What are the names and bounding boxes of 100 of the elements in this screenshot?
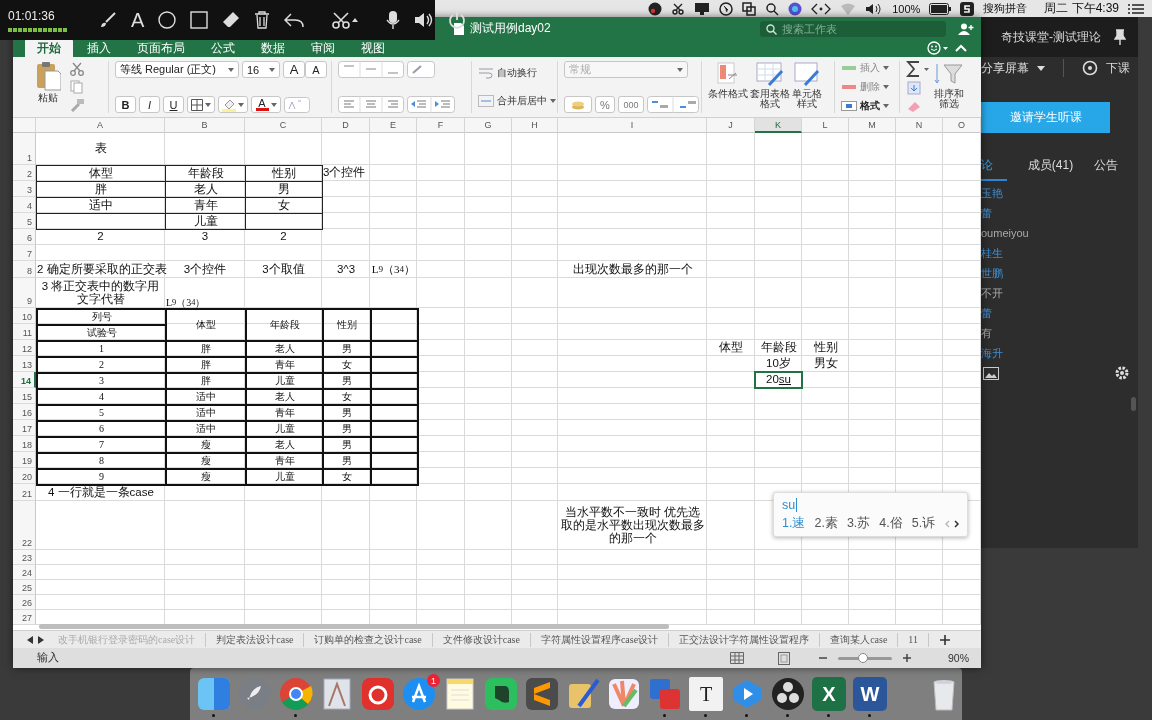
power-icon[interactable] [448, 11, 467, 29]
sum-icon[interactable] [906, 61, 930, 77]
styles-button[interactable]: 套用表格格式 [750, 61, 790, 113]
panel-tab[interactable]: 公告 [1094, 157, 1118, 181]
row-header[interactable]: 14 [13, 372, 36, 388]
menubar-clock[interactable]: 周二 下午4:39 [1044, 0, 1119, 17]
search-field[interactable]: 搜索工作表 [760, 20, 946, 37]
row-header[interactable]: 19 [13, 452, 36, 468]
column-header[interactable]: B [165, 118, 245, 133]
panel-tab[interactable]: 成员(41) [1027, 157, 1074, 181]
percent-button[interactable]: % [595, 96, 615, 113]
column-header[interactable]: E [370, 118, 417, 133]
font-size-dropdown[interactable]: 16 [242, 61, 280, 78]
add-sheet-icon[interactable] [939, 633, 951, 646]
row-header[interactable]: 24 [13, 565, 36, 580]
caret-icon[interactable] [1037, 65, 1045, 71]
row-header[interactable]: 18 [13, 436, 36, 452]
tab-prev-icon[interactable] [25, 634, 35, 645]
row-header[interactable]: 7 [13, 245, 36, 261]
column-header[interactable]: F [417, 118, 465, 133]
row-header[interactable]: 15 [13, 388, 36, 404]
text-tool-button[interactable]: A [131, 10, 145, 30]
ime-candidate[interactable]: 5.诉 [911, 515, 936, 532]
dot-circle-icon[interactable] [648, 1, 663, 16]
obs-logo-icon[interactable] [770, 676, 806, 712]
thousands-button[interactable]: 000 [618, 96, 644, 113]
decimal-buttons-icon[interactable] [647, 96, 699, 113]
ribbon-tab[interactable]: 数据 [249, 39, 297, 57]
page-layout-icon[interactable] [778, 651, 790, 665]
battery-icon[interactable] [929, 2, 952, 15]
column-header[interactable]: C [245, 118, 322, 133]
format-button[interactable]: I [139, 96, 160, 113]
sheet-tab[interactable]: 文件修改设计case [432, 632, 531, 647]
normal-view-icon[interactable] [730, 652, 744, 664]
sheet-tab[interactable]: 判定表法设计case [206, 632, 305, 647]
scissors-icon[interactable] [671, 1, 686, 16]
column-header[interactable]: J [707, 118, 755, 133]
zoom-slider-thumb[interactable] [858, 652, 869, 663]
row-header[interactable]: 11 [13, 324, 36, 340]
app-store-icon[interactable] [401, 676, 437, 712]
row-header[interactable]: 25 [13, 580, 36, 595]
brush-icon[interactable] [99, 11, 117, 29]
tab-next-icon[interactable] [35, 634, 46, 645]
row-header[interactable]: 9 [13, 278, 36, 308]
ribbon-tab[interactable]: 公式 [199, 39, 247, 57]
cursor-circle-icon[interactable] [719, 1, 734, 16]
sheet-tab[interactable]: 11 [898, 632, 929, 647]
scrollbar[interactable] [39, 624, 669, 629]
search-icon[interactable] [765, 1, 780, 16]
scrollbar[interactable] [1131, 397, 1136, 411]
monitor-icon[interactable] [694, 1, 711, 16]
image-icon[interactable] [983, 366, 999, 380]
end-class-icon[interactable] [1082, 60, 1098, 76]
zoom-slider[interactable] [838, 656, 892, 660]
column-header[interactable]: I [558, 118, 707, 133]
share-screen-button[interactable]: 分享屏幕 [981, 59, 1029, 77]
s-stripe-icon[interactable] [524, 676, 560, 712]
input-method-name[interactable]: 搜狗拼音 [983, 1, 1028, 16]
rectangle-tool-icon[interactable] [190, 11, 209, 29]
smiley-icon[interactable] [927, 41, 949, 55]
add-person-icon[interactable] [958, 22, 974, 35]
row-header[interactable]: 2 [13, 165, 36, 181]
settings-icon[interactable] [1114, 365, 1130, 381]
undo-icon[interactable] [284, 12, 305, 28]
row-header[interactable]: 13 [13, 356, 36, 372]
font-color-button[interactable]: A [251, 96, 281, 113]
styles-button[interactable]: 单元格样式 [792, 61, 822, 113]
ribbon-tab[interactable]: 审阅 [299, 39, 347, 57]
row-header[interactable]: 17 [13, 420, 36, 436]
speaker-icon[interactable] [865, 1, 884, 16]
chevron-up-icon[interactable] [955, 43, 967, 53]
fill-color-button[interactable] [218, 96, 248, 113]
row-header[interactable]: 16 [13, 404, 36, 420]
column-header[interactable]: K [755, 118, 802, 133]
row-header[interactable]: 27 [13, 610, 36, 625]
sheet-tab[interactable]: 字符属性设置程序case设计 [530, 632, 670, 647]
decrease-font-button[interactable]: A [305, 61, 327, 78]
row-header[interactable]: 3 [13, 181, 36, 197]
row-header[interactable]: 6 [13, 229, 36, 245]
ring-icon[interactable] [278, 676, 314, 712]
merge-center-button[interactable]: 合并后居中 [478, 93, 556, 108]
speaker-icon[interactable] [414, 11, 435, 29]
overlapping-squares-icon[interactable] [742, 1, 757, 16]
spiral-icon[interactable] [360, 676, 396, 712]
format-button[interactable]: U [163, 96, 184, 113]
indent-icon[interactable] [407, 96, 455, 113]
row-header[interactable]: 10 [13, 308, 36, 324]
ribbon-tab[interactable]: 视图 [349, 39, 397, 57]
column-header[interactable]: H [512, 118, 558, 133]
cells-button[interactable]: 插入 [841, 61, 889, 75]
sheet-tab[interactable]: 订购单的检查之设计case [304, 632, 433, 647]
eraser-icon[interactable] [222, 11, 241, 29]
cut-icon[interactable] [69, 61, 85, 76]
font-name-dropdown[interactable]: 等线 Regular (正文) [115, 61, 239, 78]
column-header[interactable]: D [322, 118, 370, 133]
microphone-icon[interactable] [386, 10, 401, 30]
row-header[interactable]: 21 [13, 484, 36, 501]
circle-tool-icon[interactable] [158, 11, 177, 29]
menu-list-icon[interactable] [1128, 2, 1144, 15]
column-header[interactable]: A [36, 118, 165, 133]
